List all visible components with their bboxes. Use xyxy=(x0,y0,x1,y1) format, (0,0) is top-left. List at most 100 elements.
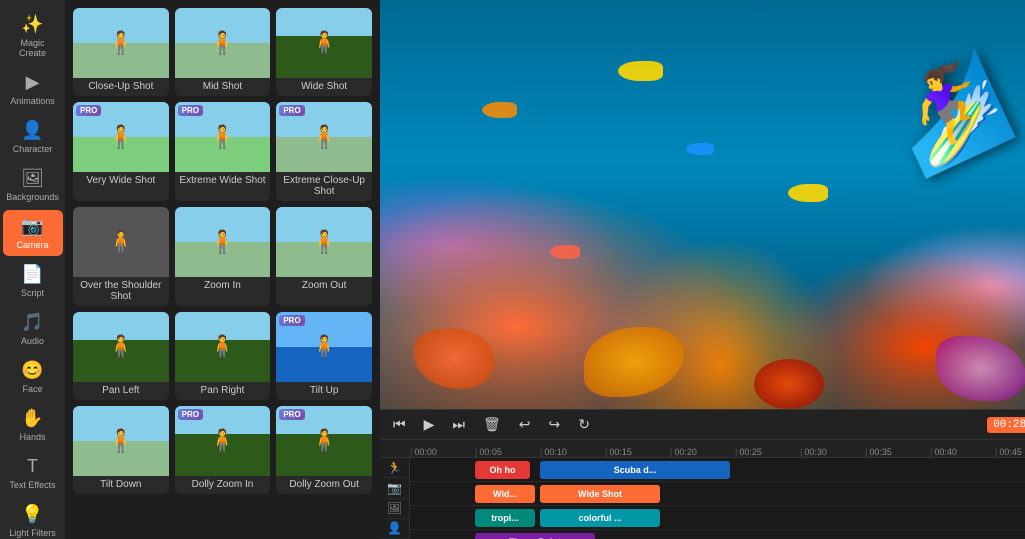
camera-item-wide-shot[interactable]: 🧍 Wide Shot xyxy=(276,8,372,96)
camera-grid: 🧍 Close-Up Shot 🧍 Mid Shot 🧍 Wide Shot P… xyxy=(73,8,372,494)
thumb-character: 🧍 xyxy=(209,229,236,255)
sidebar-item-script[interactable]: 📄Script xyxy=(3,258,63,304)
coral-3 xyxy=(754,359,824,409)
camera-item-very-wide-shot[interactable]: PRO 🧍 Very Wide Shot xyxy=(73,102,169,201)
camera-label: Pan Left xyxy=(73,382,169,400)
skip-back-button[interactable]: ⏮ xyxy=(388,414,411,435)
pro-badge: PRO xyxy=(178,105,203,116)
camera-label: Pan Right xyxy=(175,382,271,400)
sidebar: ✨ Magic Create ▶Animations👤Character🖼Backg… xyxy=(0,0,65,539)
timeline-ruler: 00:0000:0500:1000:1500:2000:2500:3000:35… xyxy=(380,440,1025,458)
camera-label: Over the Shoulder Shot xyxy=(73,277,169,306)
camera-label: Tilt Up xyxy=(276,382,372,400)
camera-thumb: PRO 🧍 xyxy=(276,406,372,476)
main-area: 🏄‍♀️ ⏮ ▶ ⏭ 🗑 ↩ ↪ ↻ 00:28:42 00:0000:0500… xyxy=(380,0,1025,539)
ruler-mark-00:35: 00:35 xyxy=(865,447,930,457)
camera-label: Wide Shot xyxy=(276,78,372,96)
sidebar-item-camera[interactable]: 📷Camera xyxy=(3,210,63,256)
sidebar-item-light-filters[interactable]: 💡Light Filters xyxy=(3,498,63,539)
thumb-character: 🧍 xyxy=(107,428,134,454)
camera-label: Dolly Zoom Out xyxy=(276,476,372,494)
sidebar-label-audio: Audio xyxy=(21,336,44,346)
backgrounds-icon: 🖼 xyxy=(21,168,44,189)
camera-thumb: 🧍 xyxy=(73,8,169,78)
clip-scuba[interactable]: Scuba d... xyxy=(540,461,730,479)
thumb-character: 🧍 xyxy=(209,30,236,56)
sidebar-item-animations[interactable]: ▶Animations xyxy=(3,66,63,112)
camera-item-pan-right[interactable]: 🧍 Pan Right xyxy=(175,312,271,400)
sidebar-label-camera: Camera xyxy=(16,240,48,250)
ruler-mark-00:25: 00:25 xyxy=(735,447,800,457)
camera-item-pan-left[interactable]: 🧍 Pan Left xyxy=(73,312,169,400)
ruler-mark-00:45: 00:45 xyxy=(995,447,1025,457)
camera-item-over-the-shoulder-shot[interactable]: 🧍 Over the Shoulder Shot xyxy=(73,207,169,306)
clip-tropi[interactable]: tropi... xyxy=(475,509,535,527)
camera-item-dolly-zoom-in[interactable]: PRO 🧍 Dolly Zoom In xyxy=(175,406,271,494)
clip-three-point[interactable]: Thre... Point xyxy=(475,533,595,539)
thumb-character: 🧍 xyxy=(310,334,337,360)
camera-thumb: 🧍 xyxy=(175,8,271,78)
thumb-character: 🧍 xyxy=(310,428,337,454)
camera-panel: 🧍 Close-Up Shot 🧍 Mid Shot 🧍 Wide Shot P… xyxy=(65,0,380,539)
play-button[interactable]: ▶ xyxy=(419,414,440,435)
camera-label: Tilt Down xyxy=(73,476,169,494)
delete-button[interactable]: 🗑 xyxy=(478,414,506,435)
track-icon-background: 🖼 xyxy=(380,499,409,519)
loop-button[interactable]: ↻ xyxy=(573,414,595,435)
timeline-tracks: 🏃 📷 🖼 👤 Oh ho Scuba d... Wid... Wide Sho… xyxy=(380,458,1025,539)
camera-item-tilt-up[interactable]: PRO 🧍 Tilt Up xyxy=(276,312,372,400)
pro-badge: PRO xyxy=(76,105,101,116)
camera-thumb: PRO 🧍 xyxy=(175,406,271,476)
hands-icon: ✋ xyxy=(21,408,43,429)
sidebar-item-character[interactable]: 👤Character xyxy=(3,114,63,160)
sidebar-item-audio[interactable]: 🎵Audio xyxy=(3,306,63,352)
camera-thumb: 🧍 xyxy=(73,312,169,382)
clip-oh-ho[interactable]: Oh ho xyxy=(475,461,530,479)
timeline: ⏮ ▶ ⏭ 🗑 ↩ ↪ ↻ 00:28:42 00:0000:0500:1000… xyxy=(380,409,1025,539)
camera-thumb: 🧍 xyxy=(175,312,271,382)
camera-item-extreme-wide-shot[interactable]: PRO 🧍 Extreme Wide Shot xyxy=(175,102,271,201)
sidebar-label-magic-create: Magic Create xyxy=(7,38,59,58)
camera-item-zoom-out[interactable]: 🧍 Zoom Out xyxy=(276,207,372,306)
ruler-mark-00:05: 00:05 xyxy=(475,447,540,457)
track-icon-character: 👤 xyxy=(380,519,409,539)
text-effects-icon: T xyxy=(27,456,38,477)
sidebar-item-backgrounds[interactable]: 🖼Backgrounds xyxy=(3,162,63,208)
camera-thumb: PRO 🧍 xyxy=(276,102,372,172)
sidebar-item-face[interactable]: 😊Face xyxy=(3,354,63,400)
ruler-mark-00:30: 00:30 xyxy=(800,447,865,457)
thumb-character: 🧍 xyxy=(209,334,236,360)
magic-create-icon: ✨ xyxy=(21,14,43,35)
fish-1 xyxy=(618,61,663,81)
sidebar-item-text-effects[interactable]: TText Effects xyxy=(3,450,63,496)
clip-wide-shot[interactable]: Wide Shot xyxy=(540,485,660,503)
redo-button[interactable]: ↪ xyxy=(544,414,566,435)
camera-label: Extreme Close-Up Shot xyxy=(276,172,372,201)
camera-label: Close-Up Shot xyxy=(73,78,169,96)
undo-button[interactable]: ↩ xyxy=(514,414,536,435)
ruler-mark-00:20: 00:20 xyxy=(670,447,735,457)
camera-item-extreme-close-up-shot[interactable]: PRO 🧍 Extreme Close-Up Shot xyxy=(276,102,372,201)
face-icon: 😊 xyxy=(21,360,43,381)
sidebar-label-script: Script xyxy=(21,288,44,298)
ruler-mark-00:40: 00:40 xyxy=(930,447,995,457)
camera-item-mid-shot[interactable]: 🧍 Mid Shot xyxy=(175,8,271,96)
character-icon: 👤 xyxy=(21,120,43,141)
thumb-character: 🧍 xyxy=(310,124,337,150)
animations-icon: ▶ xyxy=(26,72,40,93)
sidebar-item-hands[interactable]: ✋ Hands xyxy=(3,402,63,448)
thumb-character: 🧍 xyxy=(107,124,134,150)
skip-forward-button[interactable]: ⏭ xyxy=(447,414,470,435)
camera-item-tilt-down[interactable]: 🧍 Tilt Down xyxy=(73,406,169,494)
track-row-animation: Oh ho Scuba d... xyxy=(410,458,1025,482)
camera-thumb: PRO 🧍 xyxy=(73,102,169,172)
camera-item-close-up-shot[interactable]: 🧍 Close-Up Shot xyxy=(73,8,169,96)
clip-colorful[interactable]: colorful ... xyxy=(540,509,660,527)
sidebar-item-magic-create[interactable]: ✨ Magic Create xyxy=(3,8,63,64)
sidebar-label-hands: Hands xyxy=(19,432,45,442)
camera-item-zoom-in[interactable]: 🧍 Zoom In xyxy=(175,207,271,306)
camera-item-dolly-zoom-out[interactable]: PRO 🧍 Dolly Zoom Out xyxy=(276,406,372,494)
track-icon-animation: 🏃 xyxy=(380,458,409,478)
clip-wid[interactable]: Wid... xyxy=(475,485,535,503)
camera-label: Extreme Wide Shot xyxy=(175,172,271,190)
